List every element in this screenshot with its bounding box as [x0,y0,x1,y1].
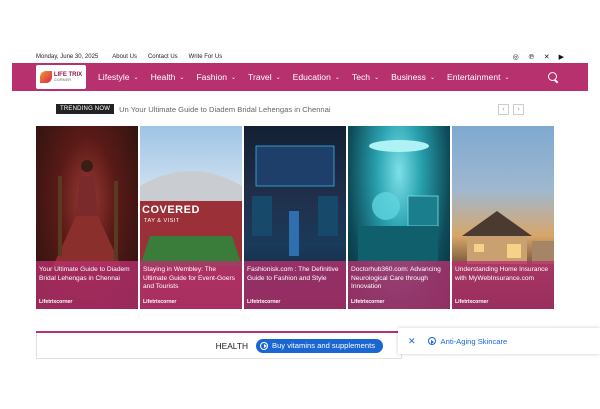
trending-prev-button[interactable]: ‹ [498,103,509,115]
chevron-down-icon: ⌄ [334,74,340,81]
page: Monday, June 30, 2025 About Us Contact U… [0,0,600,409]
search-icon[interactable] [548,72,558,82]
ad-text[interactable]: Anti-Aging Skincare [441,337,508,346]
section-title: HEALTH [215,340,248,351]
card-author[interactable]: Lifetrixcorner [39,299,72,305]
arrow-circle-icon [427,337,436,345]
featured-card[interactable]: Understanding Home Insurance with MyWebI… [452,126,554,309]
ad-pill-button[interactable]: Buy vitamins and supplements [256,338,383,353]
featured-cards: Your Ultimate Guide to Diadem Bridal Leh… [36,126,555,309]
nav-item-tech[interactable]: Tech ⌄ [352,72,379,82]
card-author[interactable]: Lifetrixcorner [247,299,280,305]
chevron-down-icon: ⌄ [275,74,281,81]
trending-bar: TRENDING NOW Un Your Ultimate Guide to D… [56,103,524,115]
ad-banner[interactable]: ✕ Anti-Aging Skincare [398,328,600,354]
close-icon[interactable]: ✕ [408,336,416,347]
card-image-headline: COVERED [142,204,200,216]
about-us-link[interactable]: About Us [112,54,137,60]
trending-label: TRENDING NOW [56,104,115,114]
logo-subtext: CORNER [53,77,72,82]
contact-us-link[interactable]: Contact Us [148,54,178,60]
nav-item-health[interactable]: Health ⌄ [151,72,185,82]
card-author[interactable]: Lifetrixcorner [143,299,176,305]
site-logo[interactable]: LIFE TRIX CORNER [36,65,86,89]
nav-item-fashion[interactable]: Fashion ⌄ [196,72,236,82]
x-icon[interactable]: ✕ [544,53,550,61]
card-title[interactable]: Doctorhub360.com: Advancing Neurological… [351,266,447,292]
trending-arrows: ‹ › [498,103,524,115]
featured-card[interactable]: Doctorhub360.com: Advancing Neurological… [348,126,450,309]
featured-card[interactable]: COVERED TAY & VISIT Staying in Wembley: … [140,126,242,309]
trending-headline[interactable]: Un Your Ultimate Guide to Diadem Bridal … [119,105,439,114]
featured-card[interactable]: Fashionisk.com : The Definitive Guide to… [244,126,346,309]
health-section-header: HEALTH Buy vitamins and supplements [36,333,402,359]
chevron-down-icon: ⌄ [179,74,185,81]
chevron-down-icon: ⌄ [374,74,380,81]
trending-next-button[interactable]: › [513,103,524,115]
card-title[interactable]: Understanding Home Insurance with MyWebI… [455,266,551,283]
chevron-down-icon: ⌄ [231,74,237,81]
card-title[interactable]: Your Ultimate Guide to Diadem Bridal Leh… [39,266,135,283]
card-title[interactable]: Staying in Wembley: The Ultimate Guide f… [143,266,239,292]
top-bar: Monday, June 30, 2025 About Us Contact U… [36,50,564,63]
logo-mark-icon [39,71,52,83]
nav-item-business[interactable]: Business ⌄ [391,72,435,82]
current-date: Monday, June 30, 2025 [36,53,99,60]
chevron-down-icon: ⌄ [504,74,510,81]
ad-pill-text: Buy vitamins and supplements [272,341,375,350]
chevron-down-icon: ⌄ [133,74,139,81]
write-for-us-link[interactable]: Write For Us [189,54,223,60]
nav-item-travel[interactable]: Travel ⌄ [248,72,281,82]
nav-menu: Lifestyle ⌄ Health ⌄ Fashion ⌄ Travel ⌄ Educ… [98,72,522,82]
card-image-subheadline: TAY & VISIT [144,218,180,224]
featured-card[interactable]: Your Ultimate Guide to Diadem Bridal Leh… [36,126,138,309]
card-title[interactable]: Fashionisk.com : The Definitive Guide to… [247,266,343,283]
social-links: ◎ ℗ ✕ ▶ [513,53,564,61]
nav-item-education[interactable]: Education ⌄ [293,72,340,82]
instagram-icon[interactable]: ◎ [513,53,519,61]
arrow-circle-icon [260,341,268,350]
pinterest-icon[interactable]: ℗ [528,53,535,61]
card-author[interactable]: Lifetrixcorner [351,299,384,305]
youtube-icon[interactable]: ▶ [559,53,564,61]
main-nav: LIFE TRIX CORNER Lifestyle ⌄ Health ⌄ Fash… [12,63,588,91]
nav-item-entertainment[interactable]: Entertainment ⌄ [447,72,510,82]
nav-item-lifestyle[interactable]: Lifestyle ⌄ [98,72,139,82]
chevron-down-icon: ⌄ [429,74,435,81]
card-author[interactable]: Lifetrixcorner [455,299,488,305]
